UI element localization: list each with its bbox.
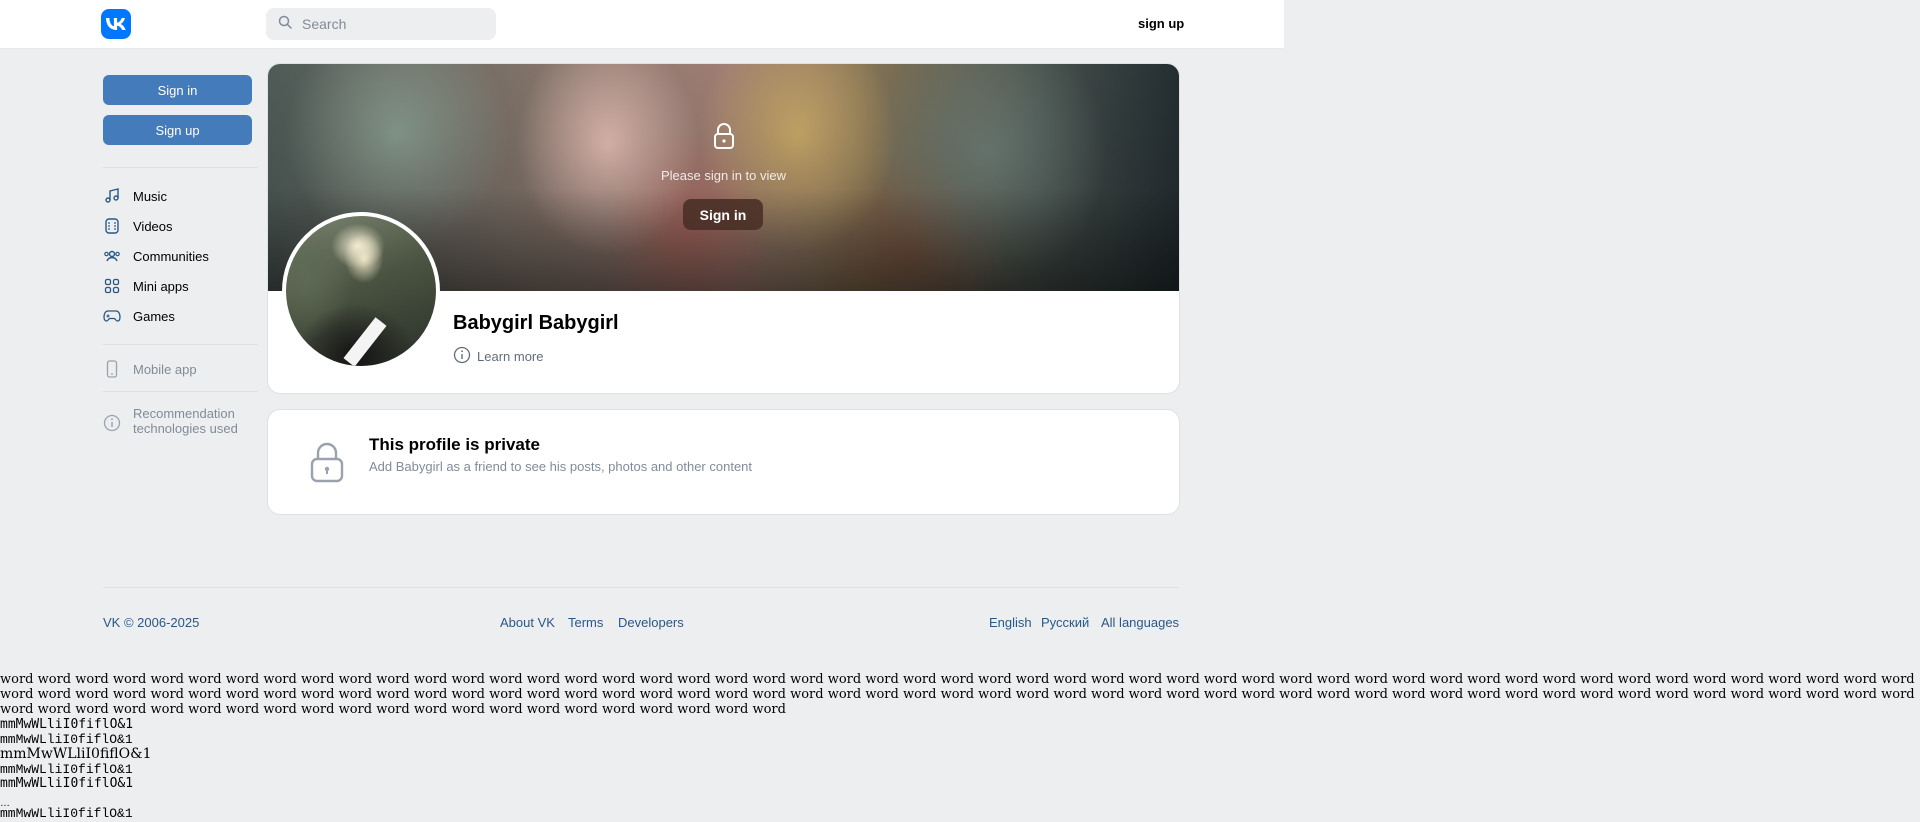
sidebar-item-mobile-app[interactable]: Mobile app (103, 357, 197, 381)
private-title: This profile is private (369, 435, 540, 454)
footer-copyright-text: VK © 2006-2025 (103, 615, 200, 630)
sidebar-item-videos[interactable]: Videos (103, 214, 173, 238)
filler-text: word word word word word word word word … (0, 672, 1915, 717)
recommendation-line-2: technologies used (133, 421, 238, 436)
search-input[interactable] (300, 15, 484, 33)
sidebar-divider (103, 344, 258, 345)
search-icon (278, 15, 292, 34)
music-icon (103, 187, 121, 205)
footer-all-languages-link[interactable]: All languages (1101, 615, 1179, 630)
sidebar-item-recommendations[interactable]: Recommendation technologies used (103, 406, 238, 440)
sidebar-item-label: Games (133, 308, 175, 324)
profile-name: Babygirl Babygirl (453, 312, 619, 334)
footer-russian-link[interactable]: Русский (1041, 615, 1089, 630)
footer-copyright: VK © 2006-2025 (103, 615, 199, 630)
footer-terms-link[interactable]: Terms (568, 615, 603, 630)
font-sample: mmMwWLliI0fiflO&1 (0, 732, 133, 747)
sidebar-divider (103, 391, 258, 392)
sidebar-item-label: Communities (133, 248, 209, 264)
cover-signin-text: Please sign in to view (660, 168, 786, 183)
font-sample: mmMwWLliI0fiflO&1 (0, 717, 134, 732)
sidebar-signup-button[interactable]: Sign up (103, 115, 252, 145)
sidebar-item-label: Music (133, 188, 167, 204)
sidebar-item-label: Mini apps (133, 278, 189, 294)
private-subtitle: Add Babygirl as a friend to see his post… (369, 459, 753, 474)
sidebar-item-communities[interactable]: Communities (103, 244, 209, 268)
footer-about-link[interactable]: About VK (500, 615, 555, 630)
sidebar-item-music[interactable]: Music (103, 184, 167, 208)
lock-icon (308, 440, 346, 489)
font-sample: mmMwWLliI0fiflO&1 (0, 762, 133, 777)
gamepad-icon (103, 307, 121, 325)
avatar[interactable] (282, 212, 440, 370)
sidebar-item-mini-apps[interactable]: Mini apps (103, 274, 189, 298)
sidebar-item-games[interactable]: Games (103, 304, 175, 328)
font-sample: mmMwWLliI0fiflO&1 (0, 746, 152, 762)
header-signup-link[interactable]: sign up (1138, 16, 1184, 31)
communities-icon (103, 247, 121, 265)
top-bar: sign up (0, 0, 1284, 49)
sidebar-signin-button[interactable]: Sign in (103, 75, 252, 105)
sidebar-divider (103, 167, 258, 168)
search-box[interactable] (266, 8, 496, 40)
info-icon (453, 346, 471, 367)
mini-apps-icon (103, 277, 121, 295)
sidebar-item-label: Mobile app (133, 361, 197, 377)
recommendation-line-1: Recommendation (133, 406, 235, 421)
vk-logo-icon[interactable] (101, 9, 131, 39)
cover-signin-button[interactable]: Sign in (683, 199, 763, 230)
lock-icon (674, 122, 774, 150)
learn-more-link[interactable]: Learn more (453, 346, 543, 367)
font-sample: mmMwWLliI0fiflO&1 (0, 776, 134, 791)
info-icon (103, 414, 121, 432)
footer-developers-link[interactable]: Developers (618, 615, 684, 630)
profile-card: Please sign in to view Sign in Babygirl … (268, 64, 1179, 393)
footer-divider (103, 587, 1179, 588)
learn-more-label: Learn more (477, 349, 544, 364)
sidebar-item-label: Videos (133, 218, 173, 234)
footer-english-link[interactable]: English (989, 615, 1032, 630)
video-icon (103, 217, 121, 235)
font-sample: mmMwWLliI0fiflO&1 (0, 806, 133, 821)
private-profile-card: This profile is private Add Babygirl as … (268, 410, 1179, 514)
phone-icon (103, 360, 121, 378)
